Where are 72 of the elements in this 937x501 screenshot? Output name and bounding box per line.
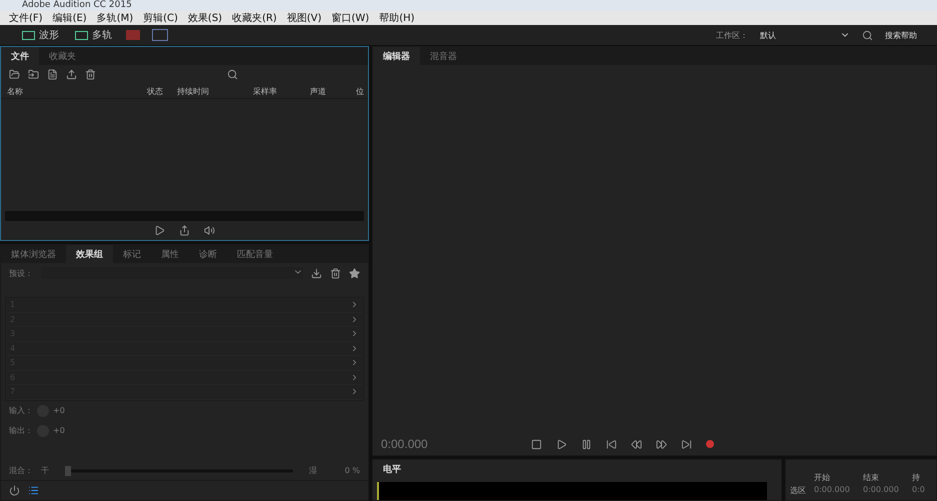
wet-label: 湿 (308, 465, 317, 476)
trash-icon[interactable] (85, 69, 96, 80)
fast-forward-icon[interactable] (656, 438, 667, 450)
menu-item[interactable]: 多轨(M) (96, 11, 134, 25)
dry-label: 干 (41, 465, 49, 476)
window-title: Adobe Audition CC 2015 (0, 0, 937, 11)
menu-item[interactable]: 剪辑(C) (143, 11, 178, 25)
gain-value: +0 (53, 426, 65, 435)
workspace-dropdown[interactable]: 默认 (760, 30, 850, 40)
panel-tab[interactable]: 文件 (1, 47, 39, 65)
export-icon[interactable] (179, 225, 190, 236)
mode-button[interactable]: 波形 (20, 28, 61, 42)
column-header[interactable]: 采样率 (247, 86, 304, 96)
table-cell-text: 0:00.000 (814, 485, 851, 496)
trash-icon[interactable] (330, 268, 341, 278)
column-header: 开始 (814, 472, 831, 483)
star-icon[interactable] (349, 268, 360, 278)
skip-back-icon[interactable] (606, 438, 617, 450)
panel-tab[interactable]: 标记 (113, 245, 151, 263)
search-help-field[interactable]: 搜索帮助 (885, 30, 917, 40)
gain-label: 输出： (9, 425, 33, 436)
column-header[interactable]: 声道 (304, 86, 350, 96)
insert-icon[interactable] (66, 69, 77, 80)
menu-item[interactable]: 效果(S) (188, 11, 222, 25)
menu-item[interactable]: 帮助(H) (379, 11, 415, 25)
gain-label: 输入： (9, 405, 33, 416)
record-button[interactable] (706, 440, 714, 448)
column-header[interactable]: 持续时间 (171, 86, 247, 96)
table-cell-text: 0:0 (912, 485, 926, 496)
play-icon[interactable] (154, 225, 165, 236)
column-header[interactable]: 状态 (141, 86, 171, 96)
panel-tab[interactable]: 属性 (151, 245, 189, 263)
slider-thumb[interactable] (65, 466, 71, 476)
menu-item[interactable]: 文件(F) (9, 11, 43, 25)
column-header[interactable]: 名称 (1, 86, 141, 96)
mode-button[interactable]: 多轨 (73, 28, 114, 42)
workspace-label: 工作区： (716, 30, 748, 40)
time-display: 0:00.000 (381, 437, 428, 451)
new-file-icon[interactable] (47, 69, 58, 80)
panel-tab[interactable]: 诊断 (189, 245, 227, 263)
mix-label: 混合： (9, 465, 33, 476)
column-header: 结束 (863, 472, 880, 483)
menu-item[interactable]: 收藏夹(R) (232, 11, 277, 25)
panel-tab[interactable]: 效果组 (66, 245, 113, 263)
column-header[interactable]: 位 (350, 86, 368, 96)
search-icon[interactable] (226, 69, 238, 80)
menu-item[interactable]: 编辑(E) (52, 11, 87, 25)
import-icon[interactable] (28, 69, 39, 80)
panel-tab[interactable]: 匹配音量 (227, 245, 283, 263)
panel-tab[interactable]: 收藏夹 (39, 47, 86, 65)
panel-tab[interactable]: 混音器 (420, 47, 467, 65)
speaker-icon[interactable] (204, 225, 215, 236)
panel-tab[interactable]: 媒体浏览器 (1, 245, 66, 263)
menu-item[interactable]: 视图(V) (286, 11, 322, 25)
play-icon[interactable] (556, 438, 567, 450)
preset-label: 预设： (9, 268, 33, 278)
table-cell-text: 0:00.000 (863, 485, 900, 496)
pause-icon[interactable] (581, 438, 592, 450)
skip-forward-icon[interactable] (681, 438, 692, 450)
save-preset-icon[interactable] (311, 268, 322, 278)
folder-icon[interactable] (9, 69, 20, 80)
gain-value: +0 (53, 406, 65, 415)
column-header: 持 (912, 472, 921, 483)
stop-icon[interactable] (531, 438, 542, 450)
list-icon[interactable] (28, 485, 39, 496)
panel-tab[interactable]: 编辑器 (373, 47, 420, 65)
search-icon[interactable] (862, 30, 873, 40)
menu-item[interactable]: 窗口(W) (332, 11, 370, 25)
power-icon[interactable] (9, 485, 20, 496)
rewind-icon[interactable] (631, 438, 642, 450)
row-label: 选区 (790, 485, 807, 496)
mix-reading: 0 % (344, 466, 360, 475)
